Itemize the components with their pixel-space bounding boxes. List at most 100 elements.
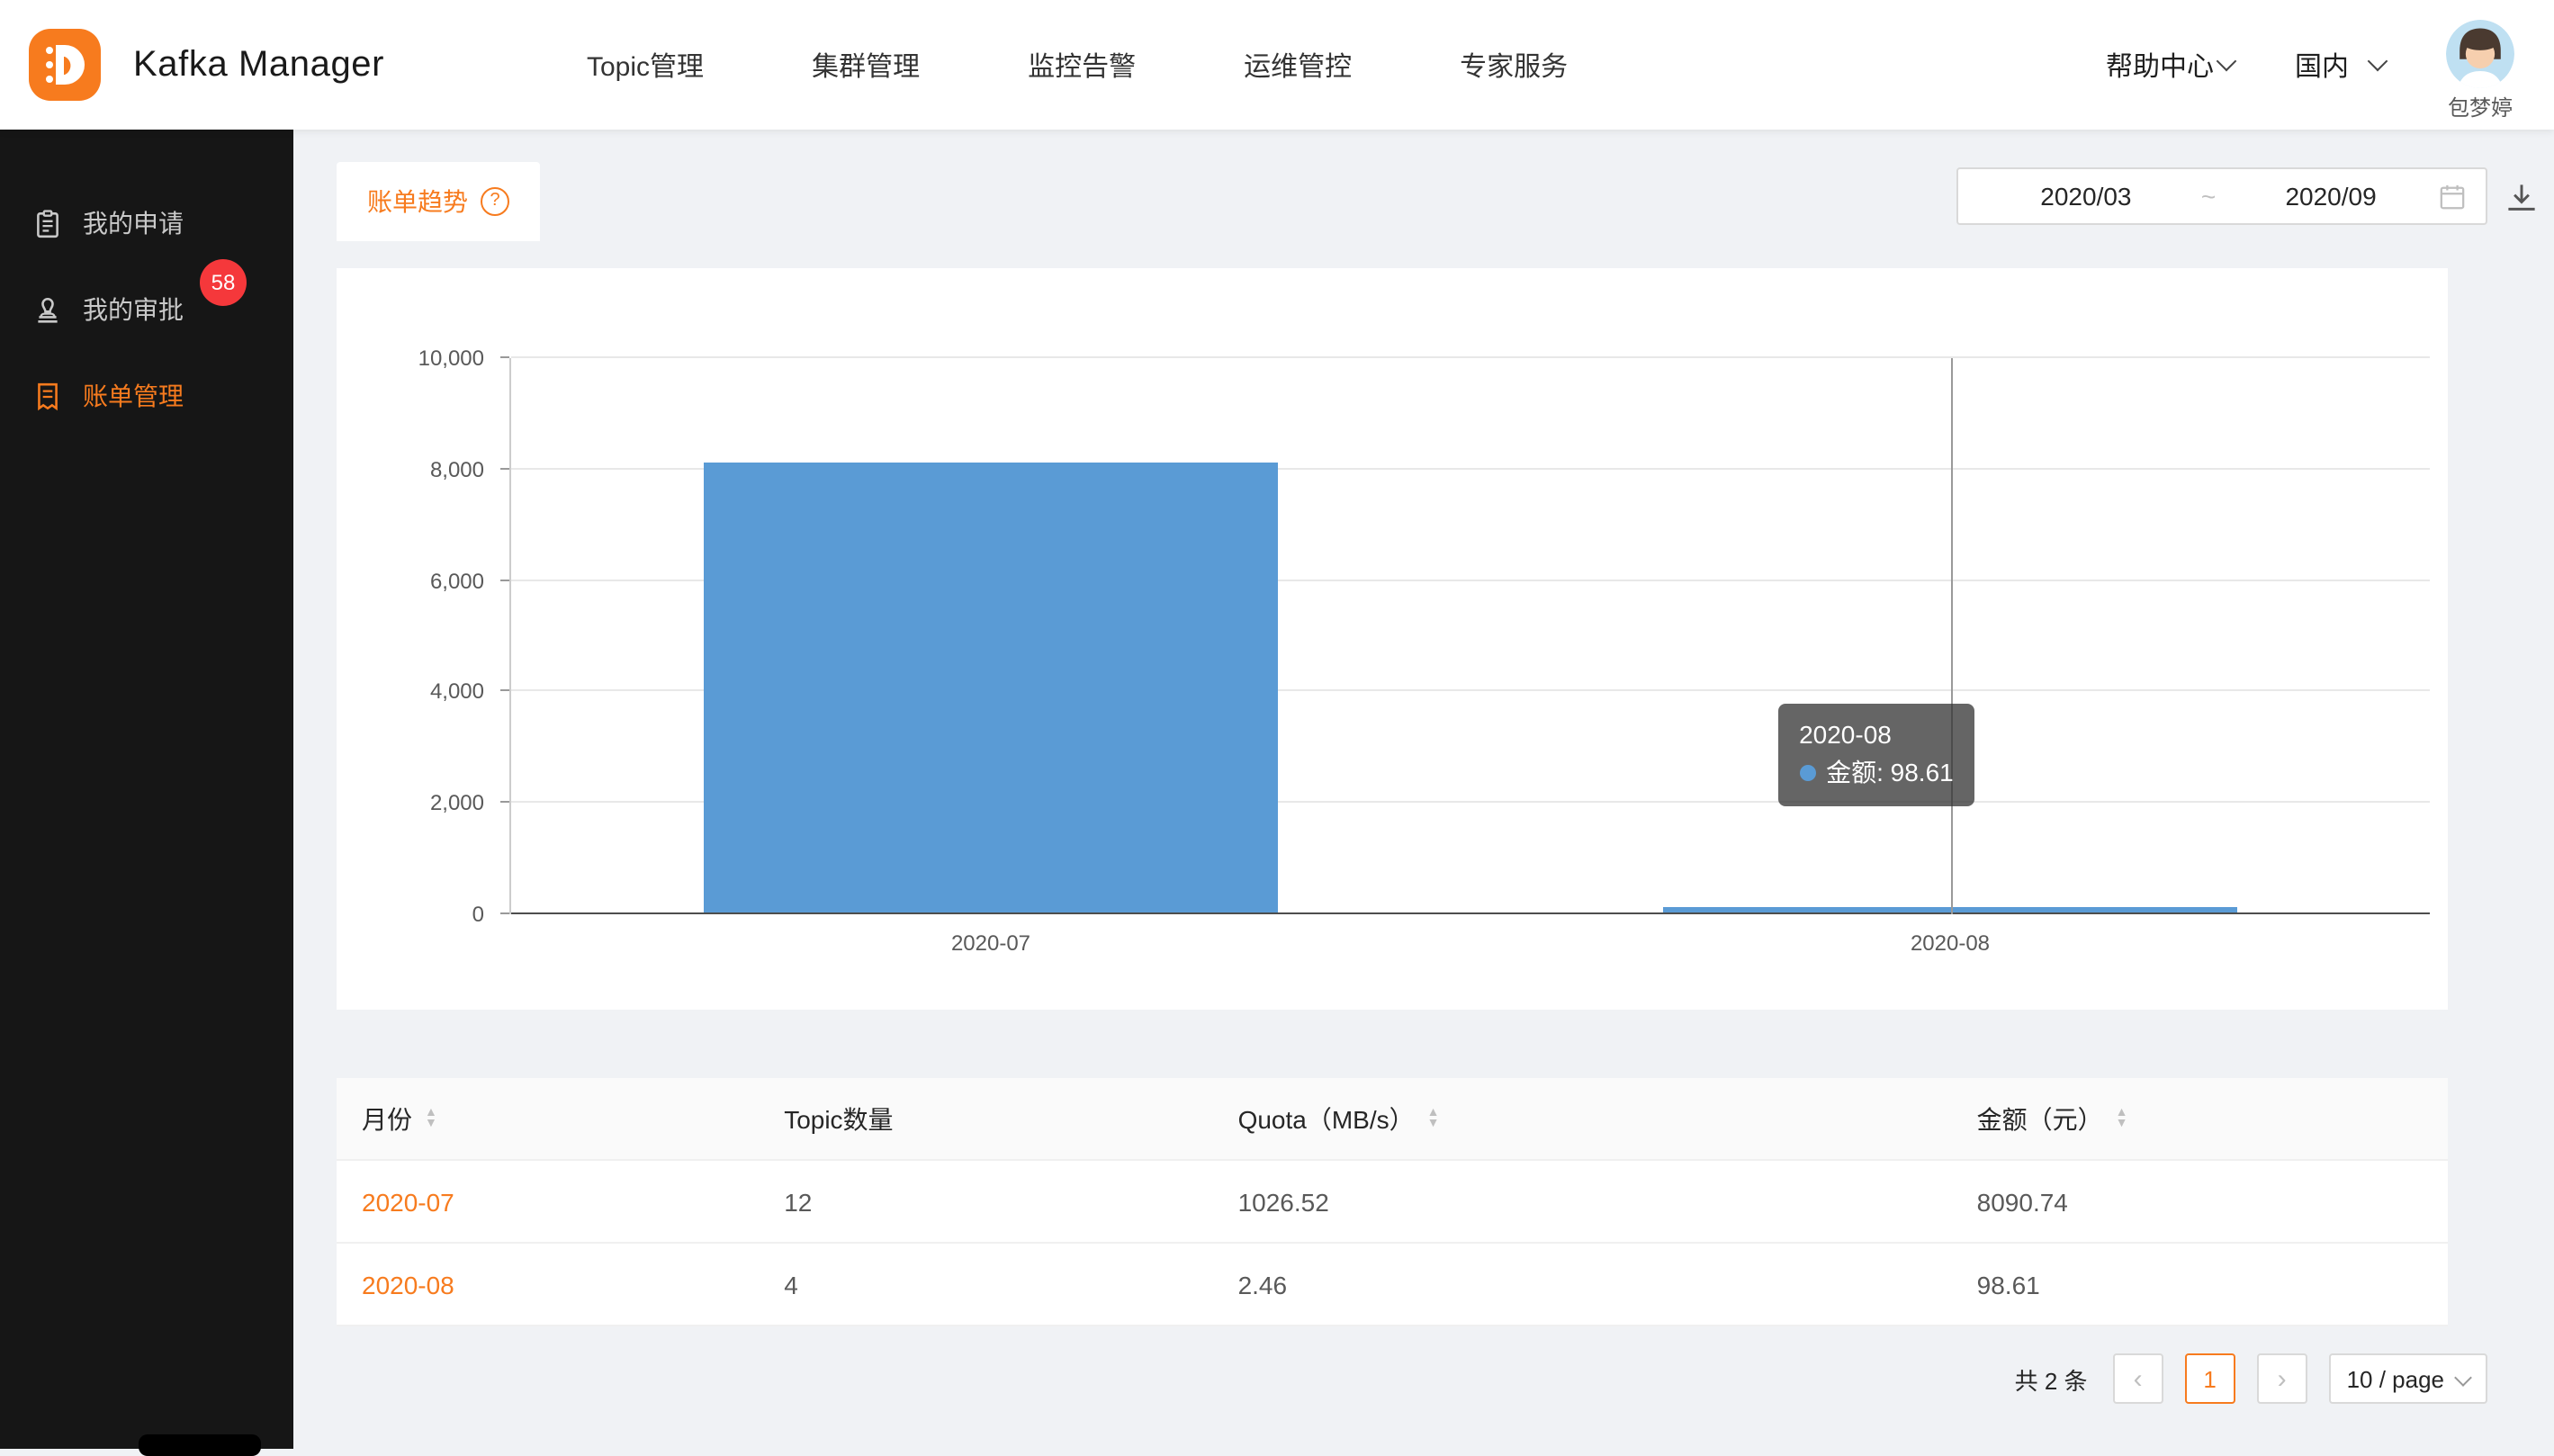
- table-row: 2020-07 12 1026.52 8090.74: [337, 1160, 2448, 1243]
- main-content: 账单趋势 2020/03 ~ 2020/09 0 2,000 4,000 6,000 8…: [293, 130, 2554, 1449]
- month-link[interactable]: 2020-07: [362, 1187, 454, 1216]
- x-tick-label: 2020-07: [951, 930, 1030, 956]
- user-name: 包梦婷: [2448, 91, 2513, 121]
- column-label: 月份: [362, 1101, 412, 1137]
- sidebar-scroll-handle[interactable]: [139, 1434, 261, 1456]
- nav-expert-service[interactable]: 专家服务: [1460, 46, 1568, 84]
- sort-icon: ▲▼: [2116, 1108, 2128, 1129]
- amount-cell: 98.61: [1952, 1243, 2448, 1326]
- nav-topic-manage[interactable]: Topic管理: [587, 46, 704, 84]
- question-circle-icon[interactable]: [481, 187, 509, 216]
- column-header-amount[interactable]: 金额（元） ▲▼: [1952, 1078, 2448, 1160]
- sidebar-item-label: 账单管理: [83, 378, 184, 414]
- pagination: 共 2 条 ‹ 1 › 10 / page: [2015, 1353, 2487, 1404]
- date-range-picker[interactable]: 2020/03 ~ 2020/09: [1956, 167, 2487, 225]
- y-axis-tick: [500, 468, 509, 470]
- help-center-label: 帮助中心: [2106, 46, 2214, 84]
- x-tick-label: 2020-08: [1911, 930, 1990, 956]
- tooltip-value-row: 金额: 98.61: [1799, 753, 1954, 791]
- download-icon[interactable]: [2505, 182, 2538, 214]
- tab-label: 账单趋势: [367, 184, 468, 220]
- date-end-value: 2020/09: [2223, 182, 2439, 211]
- y-axis-tick: [500, 912, 509, 914]
- bill-icon: [32, 381, 63, 411]
- topic-count-cell: 4: [759, 1243, 1212, 1326]
- clipboard-icon: [32, 208, 63, 238]
- tab-bill-trend[interactable]: 账单趋势: [337, 162, 540, 241]
- y-tick-label: 10,000: [337, 346, 484, 371]
- tooltip-axis-pointer: [1950, 358, 1952, 914]
- sidebar: 我的申请 我的审批 58 账单管理: [0, 130, 293, 1449]
- amount-cell: 8090.74: [1952, 1160, 2448, 1243]
- quota-cell: 1026.52: [1213, 1160, 1952, 1243]
- y-axis-tick: [500, 801, 509, 803]
- tooltip-value: 金额: 98.61: [1826, 757, 1954, 786]
- y-axis-tick: [500, 356, 509, 358]
- next-page-button[interactable]: ›: [2257, 1353, 2307, 1404]
- page-size-select[interactable]: 10 / page: [2329, 1353, 2487, 1404]
- series-marker-icon: [1799, 764, 1815, 780]
- chart-y-axis: 02,0004,0006,0008,00010,000: [337, 358, 509, 914]
- prev-page-button[interactable]: ‹: [2113, 1353, 2163, 1404]
- column-header-month[interactable]: 月份 ▲▼: [337, 1078, 759, 1160]
- month-link[interactable]: 2020-08: [362, 1270, 454, 1299]
- region-selector[interactable]: 国内: [2295, 46, 2385, 84]
- topic-count-cell: 12: [759, 1160, 1212, 1243]
- nav-cluster-manage[interactable]: 集群管理: [812, 46, 920, 84]
- calendar-icon: [2439, 183, 2466, 210]
- header-right: 帮助中心 国内 包梦婷: [2106, 0, 2514, 130]
- help-center-dropdown[interactable]: 帮助中心: [2106, 46, 2234, 84]
- table-row: 2020-08 4 2.46 98.61: [337, 1243, 2448, 1326]
- nav-ops-control[interactable]: 运维管控: [1244, 46, 1352, 84]
- app-title: Kafka Manager: [133, 44, 384, 85]
- bill-table: 月份 ▲▼ Topic数量 Quota（MB/s） ▲▼ 金额（元） ▲▼: [337, 1078, 2448, 1326]
- sort-icon: ▲▼: [1427, 1108, 1440, 1129]
- column-header-quota[interactable]: Quota（MB/s） ▲▼: [1213, 1078, 1952, 1160]
- bar-2020-07[interactable]: [703, 463, 1279, 912]
- nav-monitor-alert[interactable]: 监控告警: [1028, 46, 1136, 84]
- x-axis-line: [511, 912, 2430, 914]
- chevron-down-icon: [2217, 51, 2237, 72]
- bill-trend-chart: 0 2,000 4,000 6,000 8,000 10,000 2020-08 金额: …: [337, 268, 2448, 1010]
- y-tick-label: 8,000: [337, 457, 484, 482]
- quota-cell: 2.46: [1213, 1243, 1952, 1326]
- sidebar-item-bill-management[interactable]: 账单管理: [0, 353, 293, 439]
- sidebar-nav: 我的申请 我的审批 58 账单管理: [0, 130, 293, 439]
- y-tick-label: 6,000: [337, 568, 484, 593]
- y-tick-label: 0: [337, 902, 484, 927]
- chevron-down-icon: [2368, 51, 2388, 72]
- table-header-row: 月份 ▲▼ Topic数量 Quota（MB/s） ▲▼ 金额（元） ▲▼: [337, 1078, 2448, 1160]
- y-axis-tick: [500, 690, 509, 692]
- bill-table-card: 月份 ▲▼ Topic数量 Quota（MB/s） ▲▼ 金额（元） ▲▼: [337, 1078, 2448, 1326]
- date-separator: ~: [2194, 182, 2223, 211]
- column-label: 金额（元）: [1977, 1101, 2103, 1137]
- top-header: Kafka Manager Topic管理 集群管理 监控告警 运维管控 专家服…: [0, 0, 2554, 130]
- user-menu[interactable]: 包梦婷: [2446, 19, 2514, 121]
- approval-count-badge: 58: [200, 259, 247, 306]
- y-tick-label: 4,000: [337, 679, 484, 705]
- chevron-down-icon: [2454, 1368, 2472, 1386]
- gridline: [511, 356, 2430, 358]
- sort-icon: ▲▼: [425, 1108, 437, 1129]
- tooltip-title: 2020-08: [1799, 715, 1954, 753]
- chart-plot: 2020-08 金额: 98.61 2020-072020-08: [509, 358, 2430, 914]
- chart-tooltip: 2020-08 金额: 98.61: [1777, 703, 1975, 805]
- page-1-button[interactable]: 1: [2185, 1353, 2235, 1404]
- sidebar-item-my-approvals[interactable]: 我的审批 58: [0, 266, 293, 353]
- sidebar-item-label: 我的申请: [83, 205, 184, 241]
- top-nav: Topic管理 集群管理 监控告警 运维管控 专家服务: [587, 0, 1568, 130]
- sidebar-item-label: 我的审批: [83, 292, 184, 328]
- app-window: Kafka Manager Topic管理 集群管理 监控告警 运维管控 专家服…: [0, 0, 2554, 1449]
- column-label: Topic数量: [784, 1101, 893, 1137]
- sidebar-item-my-applications[interactable]: 我的申请: [0, 180, 293, 266]
- y-tick-label: 2,000: [337, 790, 484, 815]
- column-header-topic-count[interactable]: Topic数量: [759, 1078, 1212, 1160]
- page-size-label: 10 / page: [2347, 1365, 2444, 1392]
- region-label: 国内: [2295, 46, 2349, 84]
- app-logo-icon: [25, 25, 104, 104]
- date-start-value: 2020/03: [1978, 182, 2194, 211]
- stamp-icon: [32, 294, 63, 325]
- total-count-text: 共 2 条: [2015, 1362, 2088, 1396]
- avatar: [2446, 19, 2514, 87]
- column-label: Quota（MB/s）: [1238, 1101, 1415, 1137]
